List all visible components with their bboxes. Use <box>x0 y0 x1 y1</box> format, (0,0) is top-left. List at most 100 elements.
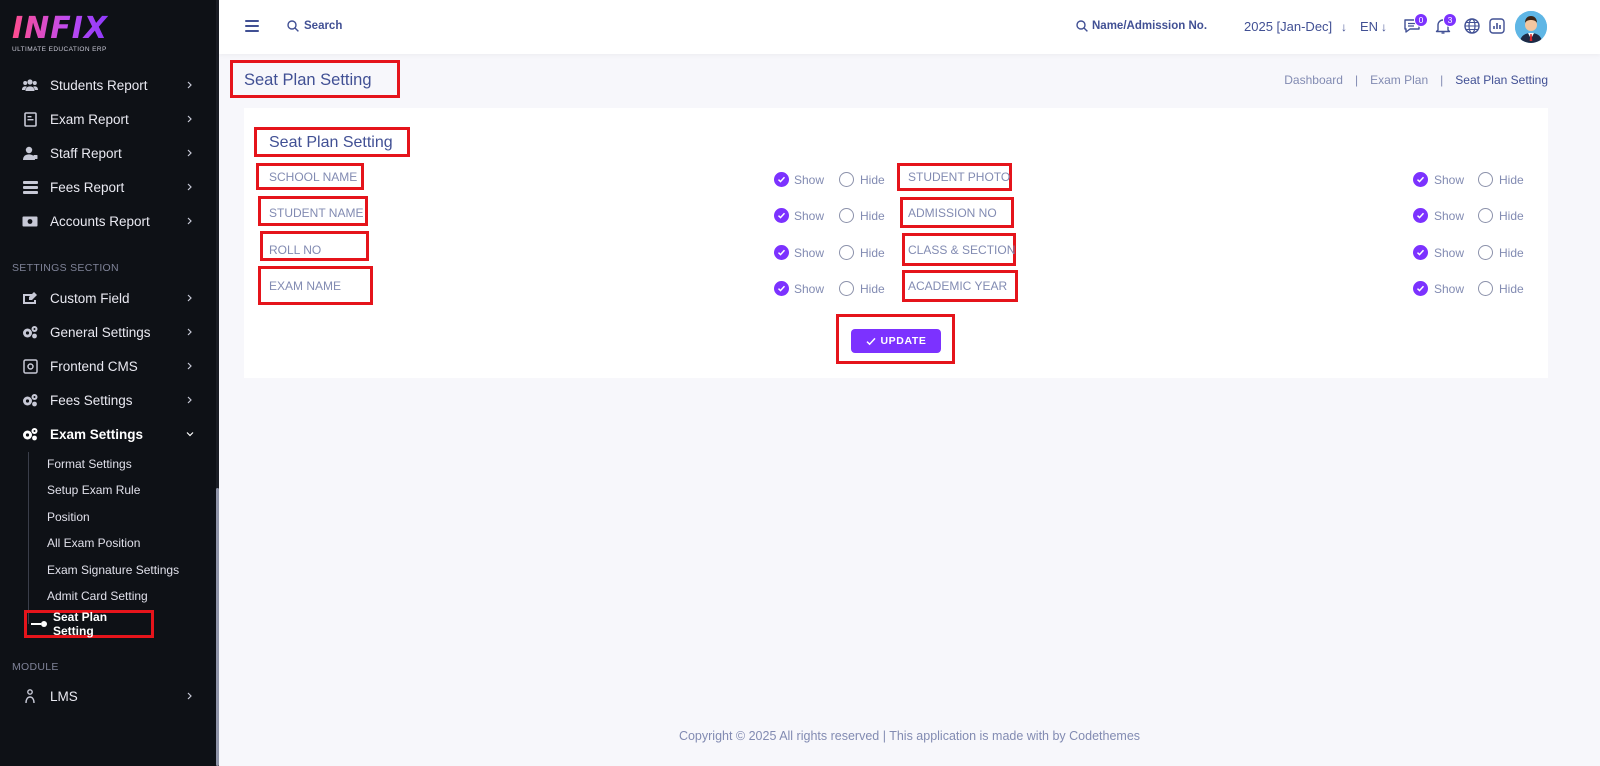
active-marker-line <box>31 623 41 625</box>
logo[interactable]: INFIX ULTIMATE EDUCATION ERP <box>12 14 122 58</box>
chevron-down-icon <box>186 432 194 437</box>
admission-no-hide-radio[interactable] <box>1478 208 1493 223</box>
show-label[interactable]: Show <box>794 282 824 296</box>
sidebar-subitem-all-exam-position[interactable]: All Exam Position <box>47 536 140 550</box>
sidebar-item-label: Fees Report <box>50 179 125 195</box>
sidebar-subitem-exam-signature-settings[interactable]: Exam Signature Settings <box>47 563 179 577</box>
lms-icon <box>22 688 38 704</box>
hide-label[interactable]: Hide <box>860 246 885 260</box>
sidebar-item-fees-report[interactable]: Fees Report <box>0 172 216 202</box>
list-icon <box>22 179 38 195</box>
hide-label[interactable]: Hide <box>860 173 885 187</box>
field-label-school-name: SCHOOL NAME <box>269 170 358 184</box>
show-label[interactable]: Show <box>794 246 824 260</box>
show-label[interactable]: Show <box>1434 246 1464 260</box>
sidebar-subitem-position[interactable]: Position <box>47 510 90 524</box>
footer-copyright: Copyright © 2025 All rights reserved | T… <box>678 729 1141 743</box>
sidebar-scrollbar[interactable] <box>216 0 219 766</box>
field-label-roll-no: ROLL NO <box>269 243 322 257</box>
search-icon[interactable] <box>287 20 299 32</box>
avatar[interactable] <box>1515 11 1547 43</box>
arrow-down-icon[interactable]: ↓ <box>1381 20 1387 34</box>
module-section-title: MODULE <box>12 661 59 673</box>
update-button-label: UPDATE <box>880 335 927 347</box>
sidebar-item-exam-settings[interactable]: Exam Settings <box>0 419 216 449</box>
sidebar-item-staff-report[interactable]: Staff Report <box>0 138 216 168</box>
chevron-right-icon <box>187 217 192 225</box>
class-section-hide-radio[interactable] <box>1478 245 1493 260</box>
roll-no-hide-radio[interactable] <box>839 245 854 260</box>
sidebar-subitem-setup-exam-rule[interactable]: Setup Exam Rule <box>47 483 140 497</box>
breadcrumb-exam-plan[interactable]: Exam Plan <box>1370 73 1428 87</box>
active-marker-dot <box>41 621 47 627</box>
academic-year-hide-radio[interactable] <box>1478 281 1493 296</box>
school-name-show-radio[interactable] <box>774 172 789 187</box>
admission-search-input[interactable]: Name/Admission No. <box>1092 20 1207 32</box>
academic-year-show-radio[interactable] <box>1413 281 1428 296</box>
hide-label[interactable]: Hide <box>1499 246 1524 260</box>
academic-year-select[interactable]: 2025 [Jan-Dec] <box>1244 19 1332 34</box>
hamburger-menu-icon[interactable] <box>245 20 259 32</box>
user-icon <box>22 145 38 161</box>
chevron-right-icon <box>187 115 192 123</box>
hide-label[interactable]: Hide <box>860 209 885 223</box>
chevron-right-icon <box>187 183 192 191</box>
globe-icon[interactable] <box>1463 17 1481 35</box>
update-button[interactable]: UPDATE <box>851 329 941 353</box>
sidebar-item-label: Exam Settings <box>50 426 144 442</box>
language-select[interactable]: EN <box>1360 19 1378 34</box>
exam-name-show-radio[interactable] <box>774 281 789 296</box>
breadcrumb-dashboard[interactable]: Dashboard <box>1284 73 1343 87</box>
custom-field-icon <box>22 290 38 306</box>
chevron-right-icon <box>187 149 192 157</box>
chevron-right-icon <box>187 294 192 302</box>
sidebar-item-general-settings[interactable]: General Settings <box>0 317 216 347</box>
hide-label[interactable]: Hide <box>1499 282 1524 296</box>
logo-text: INFIX <box>12 14 122 44</box>
sidebar-item-frontend-cms[interactable]: Frontend CMS <box>0 351 216 381</box>
sidebar-item-lms[interactable]: LMS <box>0 681 216 711</box>
search-icon[interactable] <box>1076 20 1088 32</box>
hide-label[interactable]: Hide <box>1499 173 1524 187</box>
sidebar-scrollbar-thumb[interactable] <box>216 488 219 766</box>
student-name-hide-radio[interactable] <box>839 208 854 223</box>
arrow-down-icon[interactable]: ↓ <box>1341 20 1347 34</box>
breadcrumb-current: Seat Plan Setting <box>1455 73 1548 87</box>
student-photo-hide-radio[interactable] <box>1478 172 1493 187</box>
student-photo-show-radio[interactable] <box>1413 172 1428 187</box>
sidebar-subitem-seat-plan-setting[interactable]: Seat Plan Setting <box>24 610 154 638</box>
gears-icon <box>22 392 38 408</box>
hide-label[interactable]: Hide <box>1499 209 1524 223</box>
field-label-academic-year: ACADEMIC YEAR <box>908 279 1008 293</box>
sidebar-item-label: General Settings <box>50 324 151 340</box>
sidebar-item-label: Frontend CMS <box>50 358 138 374</box>
users-icon <box>22 77 38 93</box>
sidebar-subitem-admit-card-setting[interactable]: Admit Card Setting <box>47 589 148 603</box>
sidebar-item-exam-report[interactable]: Exam Report <box>0 104 216 134</box>
notification-badge: 3 <box>1443 13 1457 27</box>
school-name-hide-radio[interactable] <box>839 172 854 187</box>
show-label[interactable]: Show <box>794 209 824 223</box>
class-section-show-radio[interactable] <box>1413 245 1428 260</box>
search-input[interactable]: Search <box>304 20 342 32</box>
sidebar-subitem-format-settings[interactable]: Format Settings <box>47 457 132 471</box>
show-label[interactable]: Show <box>1434 282 1464 296</box>
field-label-student-name: STUDENT NAME <box>269 206 364 220</box>
sidebar-item-fees-settings[interactable]: Fees Settings <box>0 385 216 415</box>
admission-no-show-radio[interactable] <box>1413 208 1428 223</box>
sidebar-item-accounts-report[interactable]: Accounts Report <box>0 206 216 236</box>
gears-icon <box>22 324 38 340</box>
exam-name-hide-radio[interactable] <box>839 281 854 296</box>
show-label[interactable]: Show <box>1434 173 1464 187</box>
analytics-icon[interactable] <box>1488 17 1506 35</box>
student-name-show-radio[interactable] <box>774 208 789 223</box>
document-icon <box>22 111 38 127</box>
sidebar-item-students-report[interactable]: Students Report <box>0 70 216 100</box>
sidebar-item-custom-field[interactable]: Custom Field <box>0 283 216 313</box>
show-label[interactable]: Show <box>1434 209 1464 223</box>
show-label[interactable]: Show <box>794 173 824 187</box>
roll-no-show-radio[interactable] <box>774 245 789 260</box>
page-title: Seat Plan Setting <box>244 71 372 89</box>
hide-label[interactable]: Hide <box>860 282 885 296</box>
logo-subtitle: ULTIMATE EDUCATION ERP <box>12 46 107 53</box>
